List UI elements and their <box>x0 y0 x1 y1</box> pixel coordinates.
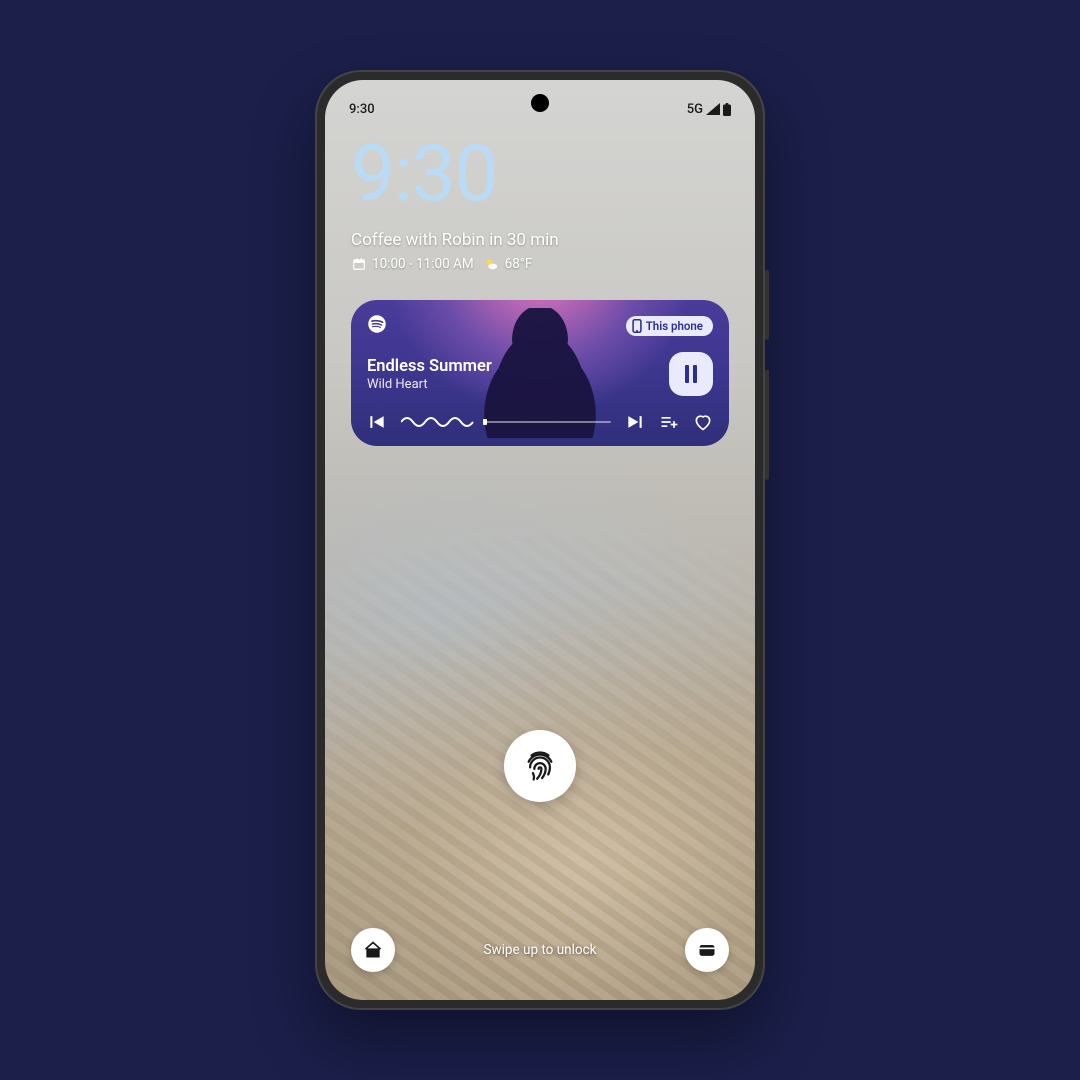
power-button[interactable] <box>765 270 769 340</box>
battery-icon <box>723 103 731 116</box>
track-title: Endless Summer <box>367 357 492 376</box>
front-camera <box>531 94 549 112</box>
pause-button[interactable] <box>669 352 713 396</box>
pause-icon <box>683 365 699 383</box>
lock-clock: 9:30 <box>351 136 729 214</box>
calendar-icon <box>351 257 366 272</box>
wallet-button[interactable] <box>685 928 729 972</box>
network-label: 5G <box>687 102 703 117</box>
at-a-glance-title[interactable]: Coffee with Robin in 30 min <box>351 230 729 250</box>
volume-button[interactable] <box>765 370 769 480</box>
output-chip[interactable]: This phone <box>626 316 713 336</box>
fingerprint-icon <box>523 749 557 783</box>
output-label: This phone <box>646 319 703 333</box>
favorite-button[interactable] <box>693 412 713 432</box>
status-time: 9:30 <box>349 102 375 117</box>
phone-icon <box>632 319 642 333</box>
temperature: 68°F <box>505 256 533 272</box>
lock-screen[interactable]: 9:30 5G 9:30 Coffee with Robin in 30 min… <box>325 80 755 1000</box>
home-controls-button[interactable] <box>351 928 395 972</box>
home-icon <box>363 940 383 960</box>
at-a-glance-meta[interactable]: 10:00 - 11:00 AM 68°F <box>351 256 729 272</box>
previous-button[interactable] <box>367 412 387 432</box>
progress-remaining <box>485 421 611 423</box>
event-time: 10:00 - 11:00 AM <box>372 256 474 272</box>
queue-button[interactable] <box>659 412 679 432</box>
fingerprint-button[interactable] <box>504 730 576 802</box>
media-player-card[interactable]: This phone Endless Summer Wild Heart <box>351 300 729 446</box>
wallet-icon <box>697 940 717 960</box>
seek-bar[interactable] <box>401 414 611 430</box>
progress-wave <box>401 414 475 430</box>
weather-icon <box>484 257 499 272</box>
phone-frame: 9:30 5G 9:30 Coffee with Robin in 30 min… <box>315 70 765 1010</box>
track-artist: Wild Heart <box>367 377 492 392</box>
next-button[interactable] <box>625 412 645 432</box>
spotify-icon <box>367 314 387 338</box>
unlock-hint: Swipe up to unlock <box>483 942 596 958</box>
signal-icon <box>706 103 720 115</box>
